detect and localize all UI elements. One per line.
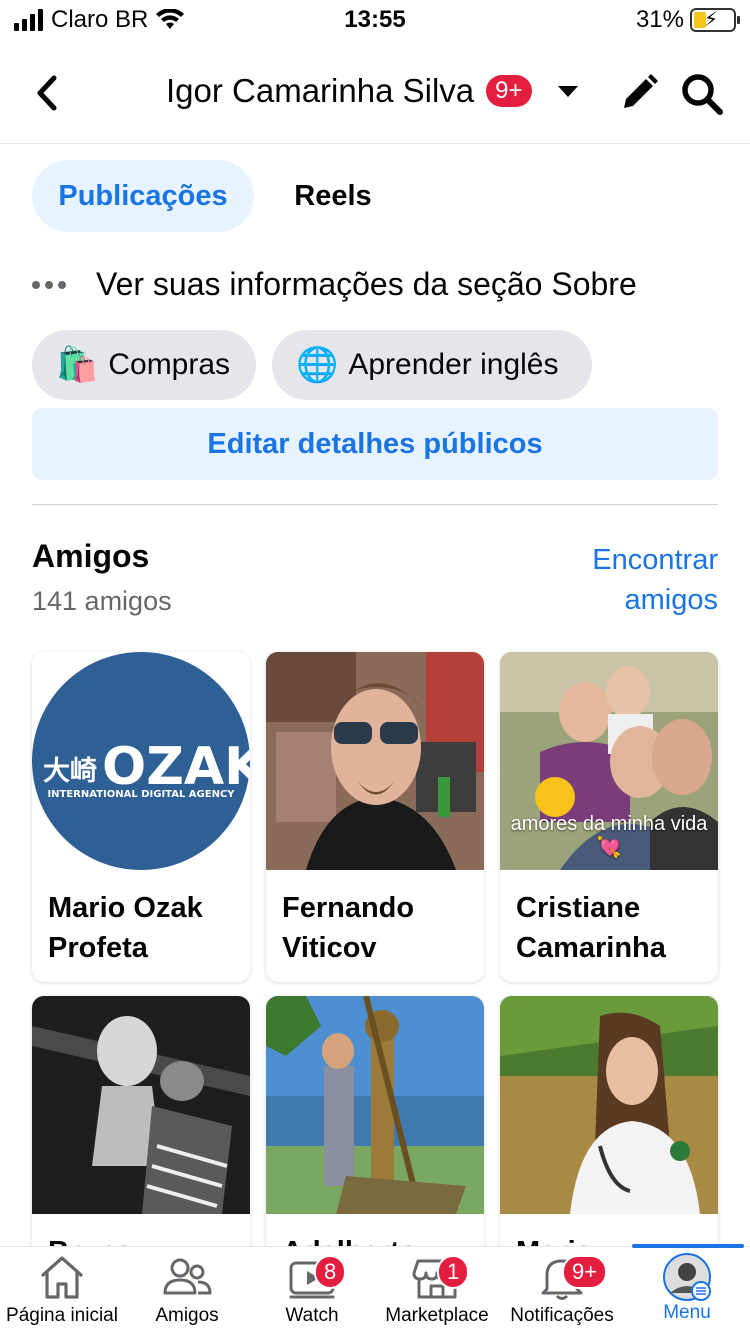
- profile-badge: 9+: [486, 75, 532, 107]
- svg-text:大崎: 大崎: [43, 756, 97, 787]
- friend-card[interactable]: Adalberto: [266, 996, 484, 1256]
- svg-text:OZAKI: OZAKI: [102, 737, 250, 797]
- active-tab-indicator: [632, 1244, 744, 1248]
- friends-icon: [163, 1258, 212, 1295]
- friend-name: Mario Ozak Profeta: [48, 892, 203, 964]
- friend-photo: amores da minha vida 💘: [500, 652, 718, 870]
- tab-label: Amigos: [155, 1305, 219, 1326]
- tab-notifications[interactable]: Notificações 9+: [500, 1253, 624, 1333]
- pencil-icon[interactable]: [618, 72, 660, 114]
- friend-photo: [266, 652, 484, 870]
- tab-label: Notificações: [510, 1305, 614, 1326]
- tab-label: Watch: [285, 1305, 339, 1326]
- chip-compras[interactable]: 🛍️ Compras: [32, 330, 256, 400]
- friend-photo: 大崎 OZAKI INTERNATIONAL DIGITAL AGENCY: [32, 652, 250, 870]
- home-icon: [41, 1256, 83, 1299]
- tab-label: Marketplace: [385, 1305, 489, 1326]
- chip-label: Compras: [108, 348, 231, 381]
- tab-reels[interactable]: Reels: [270, 160, 396, 232]
- tab-publicacoes[interactable]: Publicações: [32, 160, 254, 232]
- globe-icon: 🌐: [296, 346, 339, 384]
- more-dots-icon: [32, 280, 68, 289]
- tab-home[interactable]: Página inicial: [0, 1253, 124, 1333]
- tab-label: Menu: [663, 1302, 711, 1323]
- friends-title: Amigos: [32, 538, 150, 574]
- friend-name: Cristiane Camarinha: [516, 892, 666, 964]
- notifications-badge: 9+: [562, 1255, 608, 1289]
- tab-watch[interactable]: Watch 8: [250, 1253, 374, 1333]
- chevron-down-icon: [557, 85, 578, 97]
- friend-card[interactable]: Fernando Viticov: [266, 652, 484, 982]
- avatar: [663, 1253, 711, 1301]
- divider: [32, 504, 718, 505]
- profile-switcher[interactable]: Igor Camarinha Silva 9+: [166, 72, 578, 110]
- friend-card[interactable]: 大崎 OZAKI INTERNATIONAL DIGITAL AGENCY Ma…: [32, 652, 250, 982]
- friend-card[interactable]: Bruno: [32, 996, 250, 1256]
- battery-icon: ⚡: [690, 8, 740, 32]
- about-section-link[interactable]: Ver suas informações da seção Sobre: [32, 266, 637, 303]
- back-arrow-icon[interactable]: [28, 70, 68, 116]
- photo-caption: amores da minha vida 💘: [510, 813, 708, 859]
- friend-photo: [500, 996, 718, 1214]
- bottom-tab-bar: Página inicial Amigos Watch 8 Marketplac…: [0, 1244, 750, 1334]
- status-bar: Claro BR 13:55 31% ⚡: [0, 0, 750, 44]
- shopping-bags-icon: 🛍️: [56, 346, 99, 384]
- friend-photo: [266, 996, 484, 1214]
- friend-card[interactable]: Maria: [500, 996, 718, 1256]
- edit-public-details-button[interactable]: Editar detalhes públicos: [32, 408, 718, 480]
- friend-card[interactable]: amores da minha vida 💘 Cristiane Camarin…: [500, 652, 718, 982]
- battery-percent: 31%: [635, 6, 684, 33]
- marketplace-badge: 1: [437, 1255, 470, 1289]
- ozaki-logo: 大崎 OZAKI INTERNATIONAL DIGITAL AGENCY: [32, 652, 250, 870]
- tab-friends[interactable]: Amigos: [125, 1253, 249, 1333]
- tab-label: Página inicial: [6, 1305, 118, 1326]
- about-label: Ver suas informações da seção Sobre: [96, 266, 637, 302]
- friend-photo: [32, 996, 250, 1214]
- tab-marketplace[interactable]: Marketplace 1: [375, 1253, 499, 1333]
- tab-menu[interactable]: Menu: [625, 1253, 749, 1333]
- profile-name: Igor Camarinha Silva: [166, 72, 475, 109]
- find-friends-link[interactable]: Encontrar amigos: [538, 540, 718, 620]
- svg-text:INTERNATIONAL DIGITAL AGENCY: INTERNATIONAL DIGITAL AGENCY: [47, 789, 235, 800]
- friend-name: Fernando Viticov: [282, 892, 415, 964]
- chip-label: Aprender inglês: [348, 348, 559, 381]
- chip-aprender-ingles[interactable]: 🌐 Aprender inglês: [272, 330, 592, 400]
- friends-count: 141 amigos: [32, 586, 172, 616]
- watch-badge: 8: [314, 1255, 347, 1289]
- search-icon[interactable]: [680, 72, 724, 116]
- profile-header: Igor Camarinha Silva 9+: [0, 52, 750, 144]
